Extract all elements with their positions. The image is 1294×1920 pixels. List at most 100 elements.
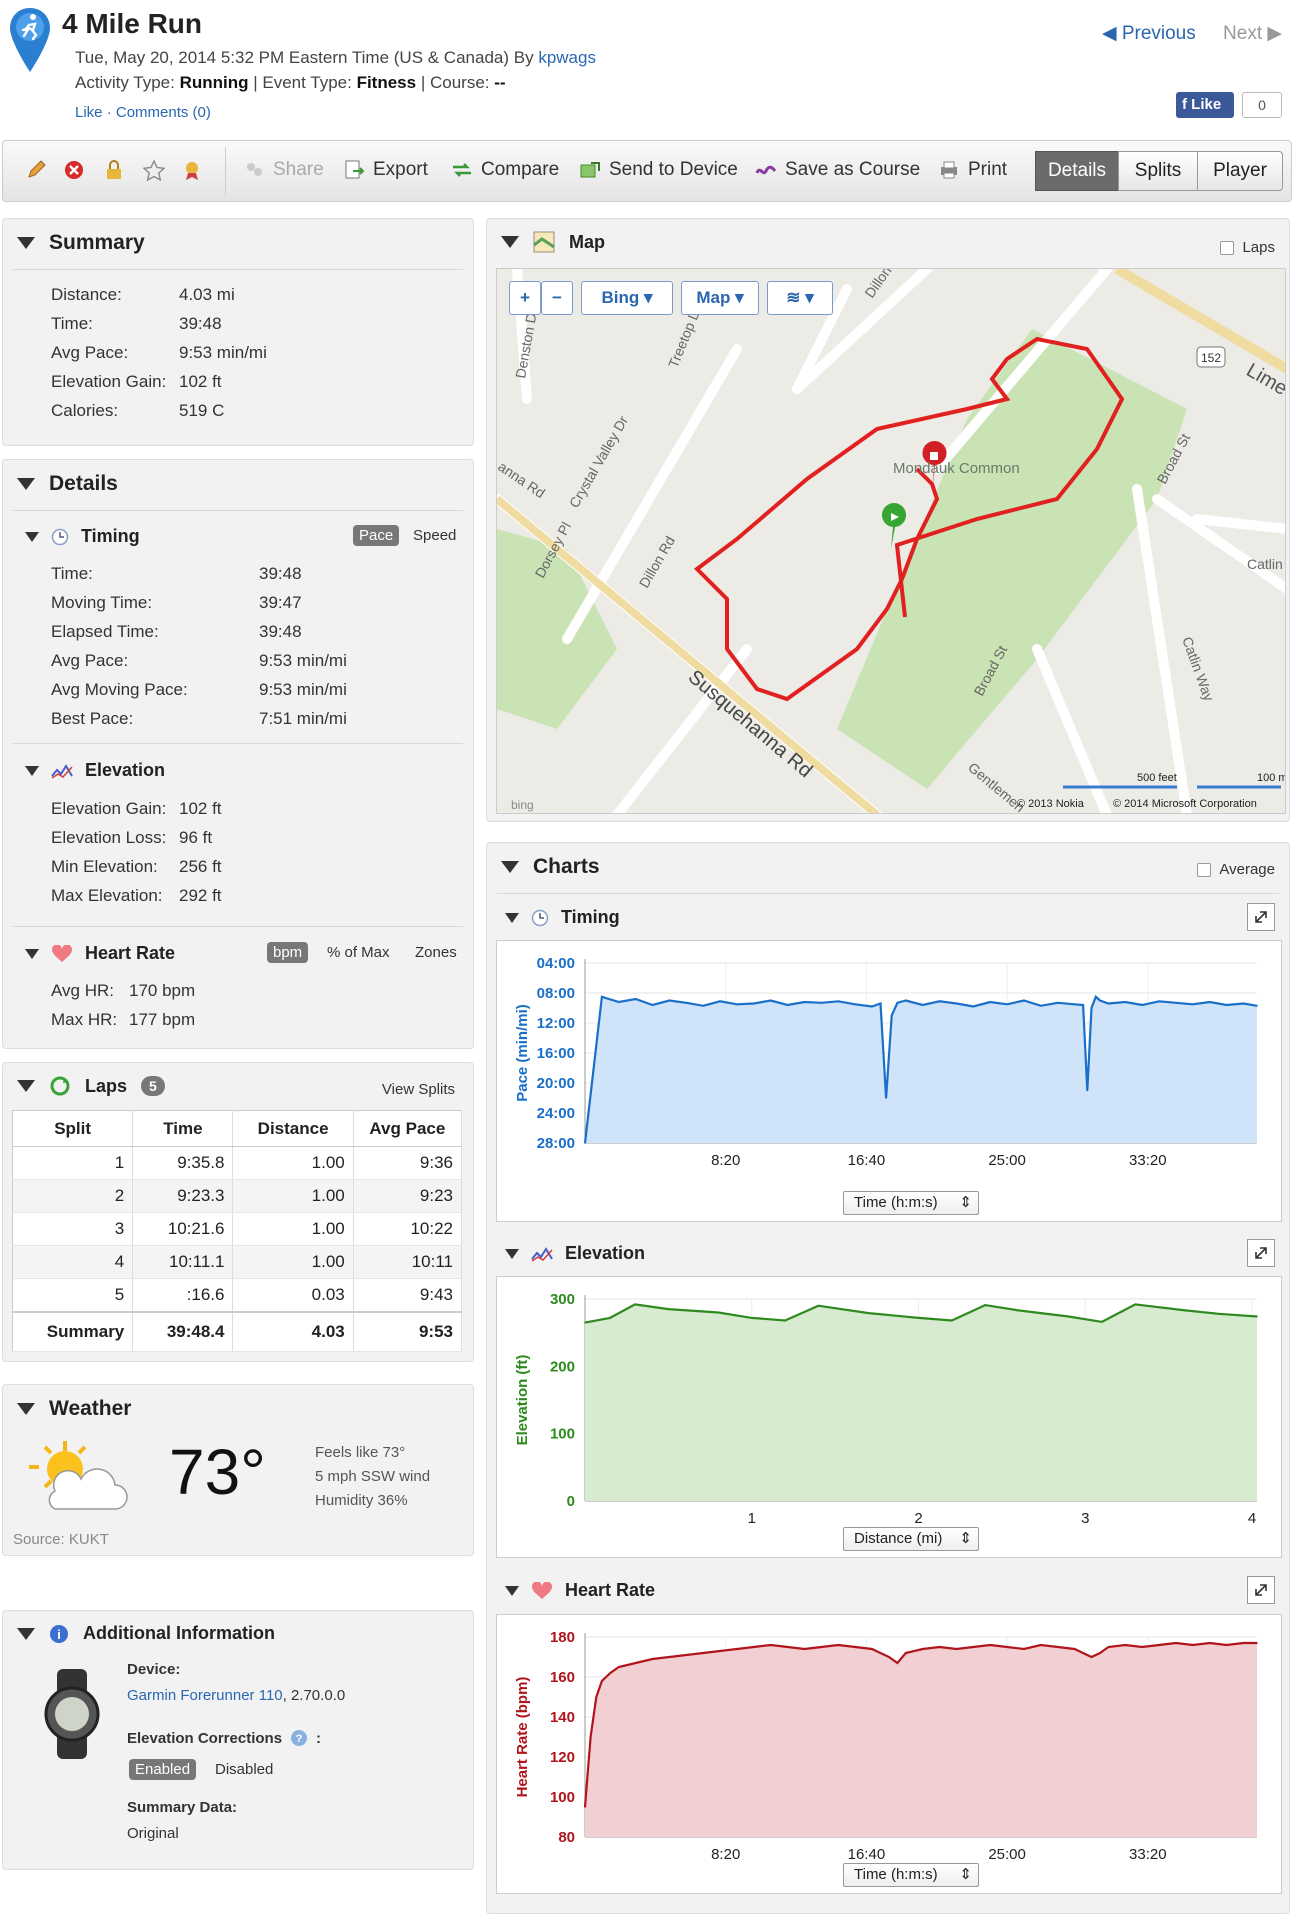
compare-button[interactable]: Compare — [451, 159, 559, 181]
data-point — [719, 1000, 721, 1003]
hr-x-axis-select[interactable]: Time (h:m:s) ⇕ — [843, 1863, 979, 1887]
send-to-device-button[interactable]: Send to Device — [579, 159, 738, 181]
bpm-toggle[interactable]: bpm — [267, 942, 309, 963]
stat-label: Elapsed Time: — [51, 622, 159, 641]
enabled-toggle[interactable]: Enabled — [129, 1759, 197, 1780]
pace-toggle[interactable]: Pace — [353, 525, 400, 546]
timing-x-axis-select[interactable]: Time (h:m:s) ⇕ — [843, 1191, 979, 1215]
map-provider-select[interactable]: Bing ▾ — [581, 281, 673, 315]
data-point — [702, 1004, 704, 1007]
summary-cell: Summary — [12, 1310, 134, 1352]
stat-value: 39:47 — [259, 593, 302, 612]
data-point — [1175, 1642, 1177, 1644]
stat-value: 102 ft — [179, 799, 222, 818]
data-point — [736, 1648, 738, 1650]
zoom-out-button[interactable]: − — [541, 281, 573, 315]
percent-max-toggle[interactable]: % of Max — [327, 944, 390, 961]
layers-select[interactable]: ≋ ▾ — [767, 281, 833, 315]
lock-icon[interactable] — [103, 159, 125, 181]
column-header[interactable]: Distance — [232, 1110, 354, 1147]
data-point — [1192, 1644, 1194, 1646]
save-as-course-button[interactable]: Save as Course — [755, 159, 920, 181]
series-area — [585, 1304, 1257, 1501]
series-area — [585, 1643, 1257, 1837]
data-point — [890, 1014, 893, 1017]
summary-header[interactable]: Summary — [17, 231, 145, 255]
x-tick-label: 25:00 — [988, 1846, 1026, 1863]
timing-chart-header[interactable]: Timing — [505, 907, 620, 928]
heart-rate-section-header[interactable]: Heart Rate — [25, 943, 175, 964]
heart-rate-chart-header[interactable]: Heart Rate — [505, 1580, 655, 1601]
course-value: -- — [494, 73, 506, 92]
table-row: 3 10:21.6 1.00 10:22 — [12, 1212, 463, 1246]
collapse-arrow-icon — [17, 1080, 35, 1092]
stat-label: Avg Pace: — [51, 651, 129, 670]
expand-chart-icon[interactable] — [1247, 1239, 1275, 1267]
collapse-arrow-icon — [25, 531, 39, 542]
additional-info-header[interactable]: i Additional Information — [17, 1623, 275, 1644]
data-point — [1056, 1646, 1059, 1648]
share-button[interactable]: Share — [243, 159, 324, 181]
data-point — [719, 1650, 721, 1652]
expand-chart-icon[interactable] — [1247, 1576, 1275, 1604]
export-button[interactable]: Export — [343, 159, 428, 181]
y-tick-label: 80 — [558, 1829, 575, 1846]
map-type-select[interactable]: Map ▾ — [681, 281, 759, 315]
tab-splits[interactable]: Splits — [1118, 151, 1198, 191]
average-checkbox[interactable]: Average — [1197, 861, 1275, 878]
author-link[interactable]: kpwags — [538, 48, 596, 67]
disabled-toggle[interactable]: Disabled — [215, 1761, 273, 1778]
column-header[interactable]: Time — [132, 1110, 234, 1147]
laps-title: Laps — [85, 1075, 128, 1096]
weather-header[interactable]: Weather — [17, 1397, 131, 1421]
table-cell: 9:23.3 — [132, 1179, 234, 1213]
timing-section-header[interactable]: Timing — [25, 526, 140, 547]
stat-value: 9:53 min/mi — [179, 343, 267, 362]
facebook-like-button[interactable]: f Like — [1176, 92, 1234, 118]
table-row: 2 9:23.3 1.00 9:23 — [12, 1179, 463, 1213]
summary-panel: Summary Distance: 4.03 mi Time: 39:48 Avg Pa… — [2, 218, 474, 446]
print-button[interactable]: Print — [938, 159, 1007, 181]
x-axis-select-label: Time (h:m:s) — [854, 1866, 938, 1883]
award-icon[interactable] — [181, 159, 203, 181]
view-splits-link[interactable]: View Splits — [382, 1081, 455, 1098]
speed-toggle[interactable]: Speed — [413, 527, 456, 544]
data-point — [1225, 1004, 1228, 1006]
tab-details[interactable]: Details — [1035, 151, 1119, 191]
charts-header[interactable]: Charts — [501, 855, 600, 879]
comments-link[interactable]: · Comments (0) — [107, 104, 211, 121]
share-label: Share — [273, 159, 324, 180]
next-link[interactable]: Next ▶ — [1223, 23, 1282, 44]
previous-link[interactable]: ◀ Previous — [1102, 23, 1196, 44]
data-point — [584, 1321, 586, 1324]
heart-icon — [531, 1581, 553, 1599]
column-header[interactable]: Split — [12, 1110, 134, 1147]
tab-player[interactable]: Player — [1197, 151, 1283, 191]
zoom-in-button[interactable]: + — [509, 281, 541, 315]
route-map[interactable]: Dillon Treetop Ln Denston D Crystal Vall… — [496, 268, 1286, 814]
laps-header[interactable]: Laps 5 — [17, 1075, 165, 1097]
table-cell: 9:23 — [353, 1179, 463, 1213]
laps-checkbox[interactable]: Laps — [1220, 239, 1275, 256]
delete-icon[interactable] — [63, 159, 85, 181]
summary-row: Summary 39:48.4 4.03 9:53 — [12, 1310, 463, 1352]
table-cell: 9:43 — [353, 1278, 463, 1312]
expand-chart-icon[interactable] — [1247, 903, 1275, 931]
zones-toggle[interactable]: Zones — [415, 944, 457, 961]
device-link[interactable]: Garmin Forerunner 110 — [127, 1687, 283, 1704]
column-header[interactable]: Avg Pace — [353, 1110, 463, 1147]
checkbox-icon — [1197, 863, 1212, 878]
elevation-section-header[interactable]: Elevation — [25, 760, 165, 781]
map-header[interactable]: Map — [501, 231, 605, 253]
x-tick-label: 4 — [1248, 1510, 1256, 1527]
elevation-chart-header[interactable]: Elevation — [505, 1243, 645, 1264]
help-icon[interactable]: ? — [290, 1729, 308, 1747]
edit-icon[interactable] — [25, 159, 47, 181]
details-header[interactable]: Details — [17, 472, 118, 496]
data-point — [1256, 1642, 1258, 1644]
elevation-x-axis-select[interactable]: Distance (mi) ⇕ — [843, 1527, 979, 1551]
like-link[interactable]: Like — [75, 104, 103, 121]
data-point — [750, 1317, 753, 1319]
star-icon[interactable] — [143, 159, 165, 181]
data-point — [584, 1806, 586, 1808]
